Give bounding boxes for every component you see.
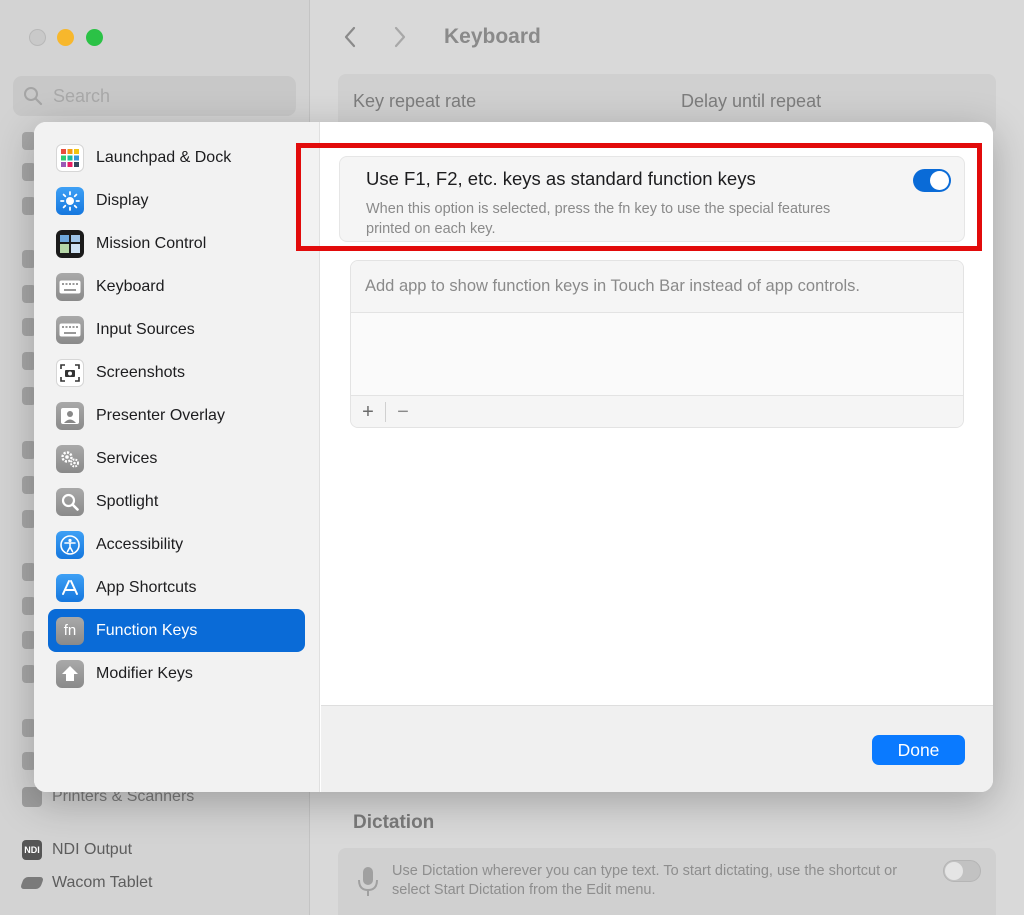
- sidebar-item-modifier-keys[interactable]: Modifier Keys: [48, 652, 305, 695]
- function-keys-toggle[interactable]: [913, 169, 951, 192]
- zoom-window-button[interactable]: [86, 29, 103, 46]
- sidebar-item-input-sources[interactable]: Input Sources: [48, 308, 305, 351]
- sheet-footer: Done: [321, 705, 993, 792]
- sidebar-item-launchpad-dock[interactable]: Launchpad & Dock: [48, 136, 305, 179]
- add-app-button[interactable]: +: [351, 396, 385, 428]
- tablet-icon: [19, 877, 45, 889]
- sidebar-item-accessibility[interactable]: Accessibility: [48, 523, 305, 566]
- ndi-icon: NDI: [22, 840, 42, 860]
- key-repeat-label: Key repeat rate: [353, 91, 477, 111]
- spotlight-icon: [56, 487, 84, 516]
- sidebar-item-display[interactable]: Display: [48, 179, 305, 222]
- minimize-window-button[interactable]: [57, 29, 74, 46]
- search-field[interactable]: Search: [13, 76, 296, 116]
- launchpad-icon: [56, 143, 84, 172]
- microphone-icon: [358, 867, 378, 896]
- sidebar-item-label: NDI Output: [52, 841, 133, 858]
- sidebar-item-label: App Shortcuts: [96, 578, 197, 596]
- sidebar-item-spotlight[interactable]: Spotlight: [48, 480, 305, 523]
- shortcuts-sidebar: Launchpad & Dock Display Mission Control…: [34, 122, 320, 792]
- sidebar-item-ndi-output[interactable]: NDI NDI Output: [22, 840, 132, 860]
- display-icon: [56, 186, 84, 215]
- sidebar-item-keyboard[interactable]: Keyboard: [48, 265, 305, 308]
- apps-list-footer: + −: [351, 395, 963, 428]
- keyboard-icon: [56, 272, 84, 301]
- sidebar-item-function-keys[interactable]: fn Function Keys: [48, 609, 305, 652]
- dictation-toggle[interactable]: [943, 860, 981, 882]
- sidebar-item-presenter-overlay[interactable]: Presenter Overlay: [48, 394, 305, 437]
- search-icon: [24, 87, 43, 106]
- sidebar-item-label: Accessibility: [96, 535, 184, 553]
- forward-button[interactable]: [386, 22, 414, 52]
- sidebar-item-label: Presenter Overlay: [96, 406, 225, 424]
- apps-list-header: Add app to show function keys in Touch B…: [351, 261, 963, 313]
- window-title: Keyboard: [444, 25, 541, 48]
- function-keys-title: Use F1, F2, etc. keys as standard functi…: [366, 168, 756, 189]
- back-button[interactable]: [336, 22, 364, 52]
- done-button[interactable]: Done: [872, 735, 965, 765]
- dictation-description: Use Dictation wherever you can type text…: [392, 863, 898, 898]
- sidebar-item-label: Modifier Keys: [96, 664, 193, 682]
- screenshot-icon: [56, 358, 84, 387]
- sidebar-item-label: Mission Control: [96, 234, 207, 252]
- function-keys-description: When this option is selected, press the …: [366, 201, 831, 237]
- apps-list-body[interactable]: [351, 313, 963, 395]
- dictation-heading: Dictation: [353, 812, 435, 833]
- sidebar-item-label: Launchpad & Dock: [96, 148, 232, 166]
- chevron-left-icon: [344, 26, 356, 48]
- function-keys-setting: Use F1, F2, etc. keys as standard functi…: [339, 156, 965, 242]
- search-placeholder: Search: [53, 85, 111, 106]
- input-sources-icon: [56, 315, 84, 344]
- services-icon: [56, 444, 84, 473]
- remove-app-button[interactable]: −: [386, 396, 420, 428]
- sidebar-item-label: Spotlight: [96, 492, 159, 510]
- close-window-button[interactable]: [29, 29, 46, 46]
- sidebar-item-label: Function Keys: [96, 621, 198, 639]
- sidebar-item-screenshots[interactable]: Screenshots: [48, 351, 305, 394]
- accessibility-icon: [56, 530, 84, 559]
- sidebar-item-label: Keyboard: [96, 277, 165, 295]
- app-store-icon: [56, 573, 84, 602]
- fn-icon: fn: [56, 616, 84, 645]
- sidebar-item-wacom-tablet[interactable]: Wacom Tablet: [19, 874, 153, 892]
- sidebar-item-services[interactable]: Services: [48, 437, 305, 480]
- sidebar-item-label: Wacom Tablet: [52, 874, 153, 891]
- touch-bar-apps-list: Add app to show function keys in Touch B…: [350, 260, 964, 428]
- sidebar-item-mission-control[interactable]: Mission Control: [48, 222, 305, 265]
- chevron-right-icon: [394, 26, 406, 48]
- delay-until-repeat-label: Delay until repeat: [681, 91, 822, 111]
- sidebar-item-label: Services: [96, 449, 158, 467]
- function-keys-pane: Use F1, F2, etc. keys as standard functi…: [321, 122, 993, 705]
- presenter-icon: [56, 401, 84, 430]
- modifier-icon: [56, 659, 84, 688]
- keyboard-shortcuts-sheet: Launchpad & Dock Display Mission Control…: [34, 122, 993, 792]
- sidebar-item-label: Input Sources: [96, 320, 195, 338]
- sidebar-item-label: Display: [96, 191, 149, 209]
- sidebar-item-app-shortcuts[interactable]: App Shortcuts: [48, 566, 305, 609]
- mission-control-icon: [56, 229, 84, 258]
- sidebar-item-label: Screenshots: [96, 363, 185, 381]
- toolbar: Keyboard: [336, 22, 541, 52]
